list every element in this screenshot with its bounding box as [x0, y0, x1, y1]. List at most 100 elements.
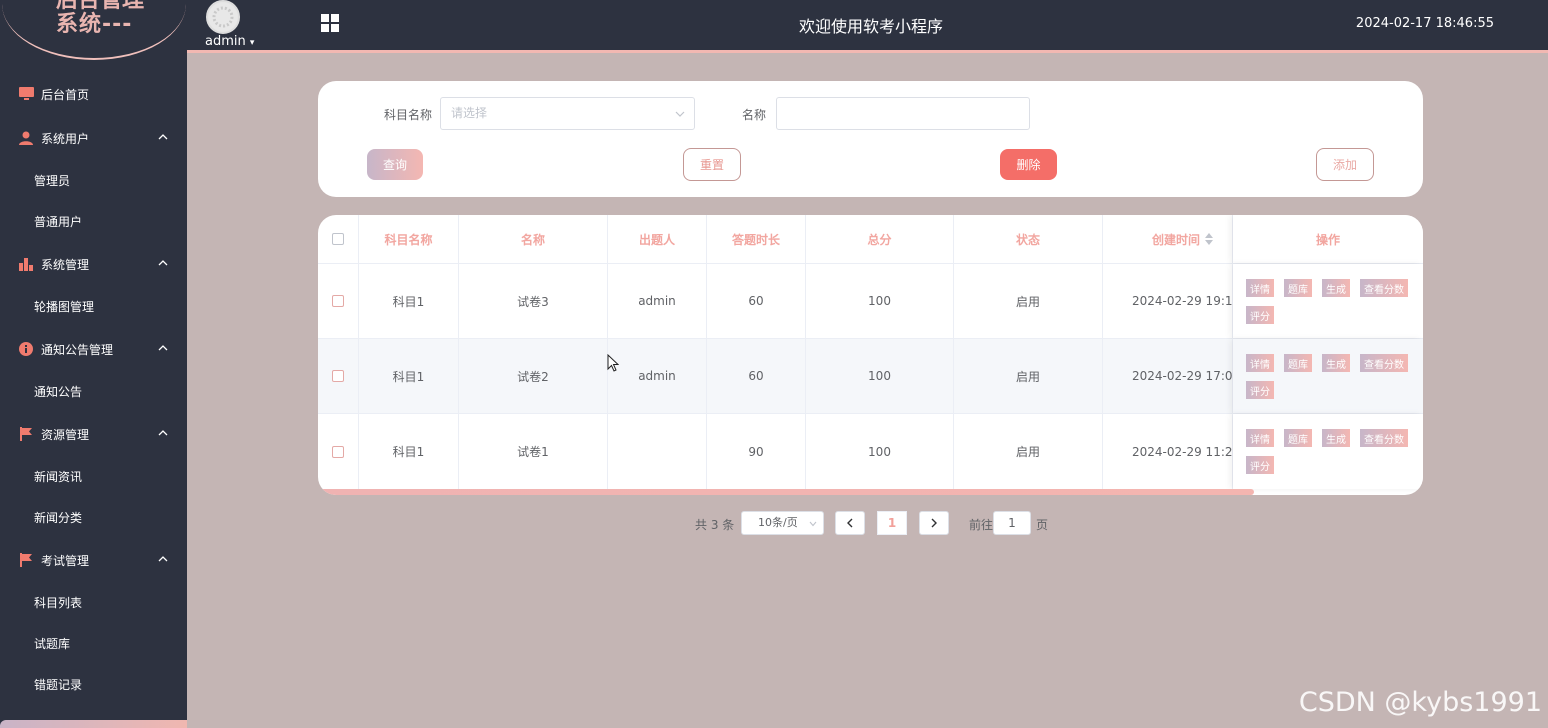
- cell-author: admin: [608, 264, 707, 338]
- detail-button[interactable]: 详情: [1246, 429, 1274, 447]
- grade-button[interactable]: 评分: [1246, 381, 1274, 399]
- sidebar-item-label: 考试管理: [41, 553, 90, 568]
- column-header: 科目名称: [359, 215, 459, 263]
- cell-status: 启用: [954, 264, 1103, 338]
- generate-button[interactable]: 生成: [1322, 279, 1350, 297]
- column-header: 操作: [1233, 215, 1423, 263]
- view-scores-button[interactable]: 查看分数: [1360, 354, 1408, 372]
- sidebar-subitem-admins[interactable]: 管理员: [0, 160, 187, 201]
- goto-page-input[interactable]: 1: [993, 511, 1031, 535]
- total-count: 共 3 条: [695, 518, 735, 532]
- name-input[interactable]: [776, 97, 1030, 130]
- sidebar-active-item[interactable]: [0, 720, 187, 728]
- header-datetime: 2024-02-17 18:46:55: [1355, 16, 1494, 31]
- cell-score: 100: [806, 414, 954, 489]
- info-icon: [18, 341, 34, 357]
- sort-icon[interactable]: [1205, 233, 1214, 245]
- sidebar-item-label: 资源管理: [41, 427, 90, 442]
- cell-created: 2024-02-29 11:21:28: [1103, 414, 1233, 489]
- flag-icon: [18, 426, 34, 442]
- cell-actions: 详情 题库 生成 查看分数 评分: [1233, 339, 1423, 413]
- column-header: 出题人: [608, 215, 707, 263]
- table-row: 科目1 试卷3 admin 60 100 启用 2024-02-29 19:17…: [318, 264, 1423, 339]
- sidebar-subitem-news[interactable]: 新闻资讯: [0, 456, 187, 497]
- sidebar-item-home[interactable]: 后台首页: [0, 72, 187, 116]
- detail-button[interactable]: 详情: [1246, 279, 1274, 297]
- horizontal-scrollbar[interactable]: [318, 489, 1254, 495]
- cell-name: 试卷1: [459, 414, 608, 489]
- flag-icon: [18, 552, 34, 568]
- grade-button[interactable]: 评分: [1246, 306, 1274, 324]
- cell-score: 100: [806, 339, 954, 413]
- cell-name: 试卷3: [459, 264, 608, 338]
- row-checkbox[interactable]: [332, 370, 344, 382]
- question-bank-button[interactable]: 题库: [1284, 429, 1312, 447]
- cell-score: 100: [806, 264, 954, 338]
- cell-name: 试卷2: [459, 339, 608, 413]
- page-size-select[interactable]: 10条/页: [741, 511, 824, 535]
- sidebar-item-system-users[interactable]: 系统用户: [0, 116, 187, 160]
- data-table: 科目名称 名称 出题人 答题时长 总分 状态 创建时间 操作 科目1 试卷3 a…: [318, 215, 1423, 495]
- cell-author: admin: [608, 339, 707, 413]
- column-header: 状态: [954, 215, 1103, 263]
- sidebar-item-notice-management[interactable]: 通知公告管理: [0, 327, 187, 371]
- sidebar-subitem-notices[interactable]: 通知公告: [0, 371, 187, 412]
- sidebar-item-system-management[interactable]: 系统管理: [0, 242, 187, 286]
- question-bank-button[interactable]: 题库: [1284, 354, 1312, 372]
- chevron-right-icon: [931, 518, 937, 528]
- user-icon: [18, 130, 34, 146]
- logo-title-line2: 系统---: [56, 12, 133, 37]
- sidebar-item-label: 系统用户: [41, 131, 90, 146]
- generate-button[interactable]: 生成: [1322, 429, 1350, 447]
- chevron-down-icon: [675, 111, 685, 117]
- sidebar-subitem-wrong-answers[interactable]: 错题记录: [0, 664, 187, 705]
- sidebar-menu: 后台首页 系统用户 管理员 普通用户 系统管理 轮播图管理 通知公告管理 通知公…: [0, 72, 187, 705]
- generate-button[interactable]: 生成: [1322, 354, 1350, 372]
- view-scores-button[interactable]: 查看分数: [1360, 429, 1408, 447]
- subject-select-placeholder: 请选择: [451, 106, 488, 120]
- mouse-cursor-icon: [607, 354, 619, 372]
- chevron-up-icon: [158, 556, 168, 562]
- monitor-icon: [18, 86, 34, 102]
- page-number-current[interactable]: 1: [877, 511, 907, 535]
- sidebar-item-label: 系统管理: [41, 257, 90, 272]
- select-all-checkbox[interactable]: [332, 233, 344, 245]
- sidebar-subitem-subjects[interactable]: 科目列表: [0, 582, 187, 623]
- prev-page-button[interactable]: [835, 511, 865, 535]
- column-header: 答题时长: [707, 215, 806, 263]
- question-bank-button[interactable]: 题库: [1284, 279, 1312, 297]
- cell-subject: 科目1: [359, 339, 459, 413]
- delete-button[interactable]: 删除: [1000, 149, 1057, 180]
- next-page-button[interactable]: [919, 511, 949, 535]
- sidebar-subitem-users[interactable]: 普通用户: [0, 201, 187, 242]
- view-scores-button[interactable]: 查看分数: [1360, 279, 1408, 297]
- cell-duration: 60: [707, 339, 806, 413]
- grade-button[interactable]: 评分: [1246, 456, 1274, 474]
- subject-label: 科目名称: [384, 108, 433, 122]
- chevron-up-icon: [158, 260, 168, 266]
- cell-created: 2024-02-29 17:05:10: [1103, 339, 1233, 413]
- subject-select[interactable]: 请选择: [440, 97, 695, 130]
- cell-actions: 详情 题库 生成 查看分数 评分: [1233, 414, 1423, 489]
- watermark: CSDN @kybs1991: [1298, 687, 1542, 718]
- row-checkbox[interactable]: [332, 295, 344, 307]
- column-header-created-sortable[interactable]: 创建时间: [1103, 215, 1233, 263]
- chevron-up-icon: [158, 134, 168, 140]
- page-size-value: 10条/页: [758, 516, 798, 529]
- bar-chart-icon: [18, 256, 34, 272]
- sidebar-item-exam-management[interactable]: 考试管理: [0, 538, 187, 582]
- table-row: 科目1 试卷1 90 100 启用 2024-02-29 11:21:28 详情…: [318, 414, 1423, 489]
- cell-actions: 详情 题库 生成 查看分数 评分: [1233, 264, 1423, 338]
- query-button[interactable]: 查询: [367, 149, 423, 180]
- row-select-cell: [318, 414, 359, 489]
- sidebar-subitem-question-bank[interactable]: 试题库: [0, 623, 187, 664]
- add-button[interactable]: 添加: [1316, 148, 1374, 181]
- sidebar-item-resource-management[interactable]: 资源管理: [0, 412, 187, 456]
- reset-button[interactable]: 重置: [683, 148, 741, 181]
- cell-subject: 科目1: [359, 414, 459, 489]
- row-checkbox[interactable]: [332, 445, 344, 458]
- cell-status: 启用: [954, 339, 1103, 413]
- chevron-down-icon: ▾: [249, 38, 255, 48]
- detail-button[interactable]: 详情: [1246, 354, 1274, 372]
- sidebar-subitem-carousel[interactable]: 轮播图管理: [0, 286, 187, 327]
